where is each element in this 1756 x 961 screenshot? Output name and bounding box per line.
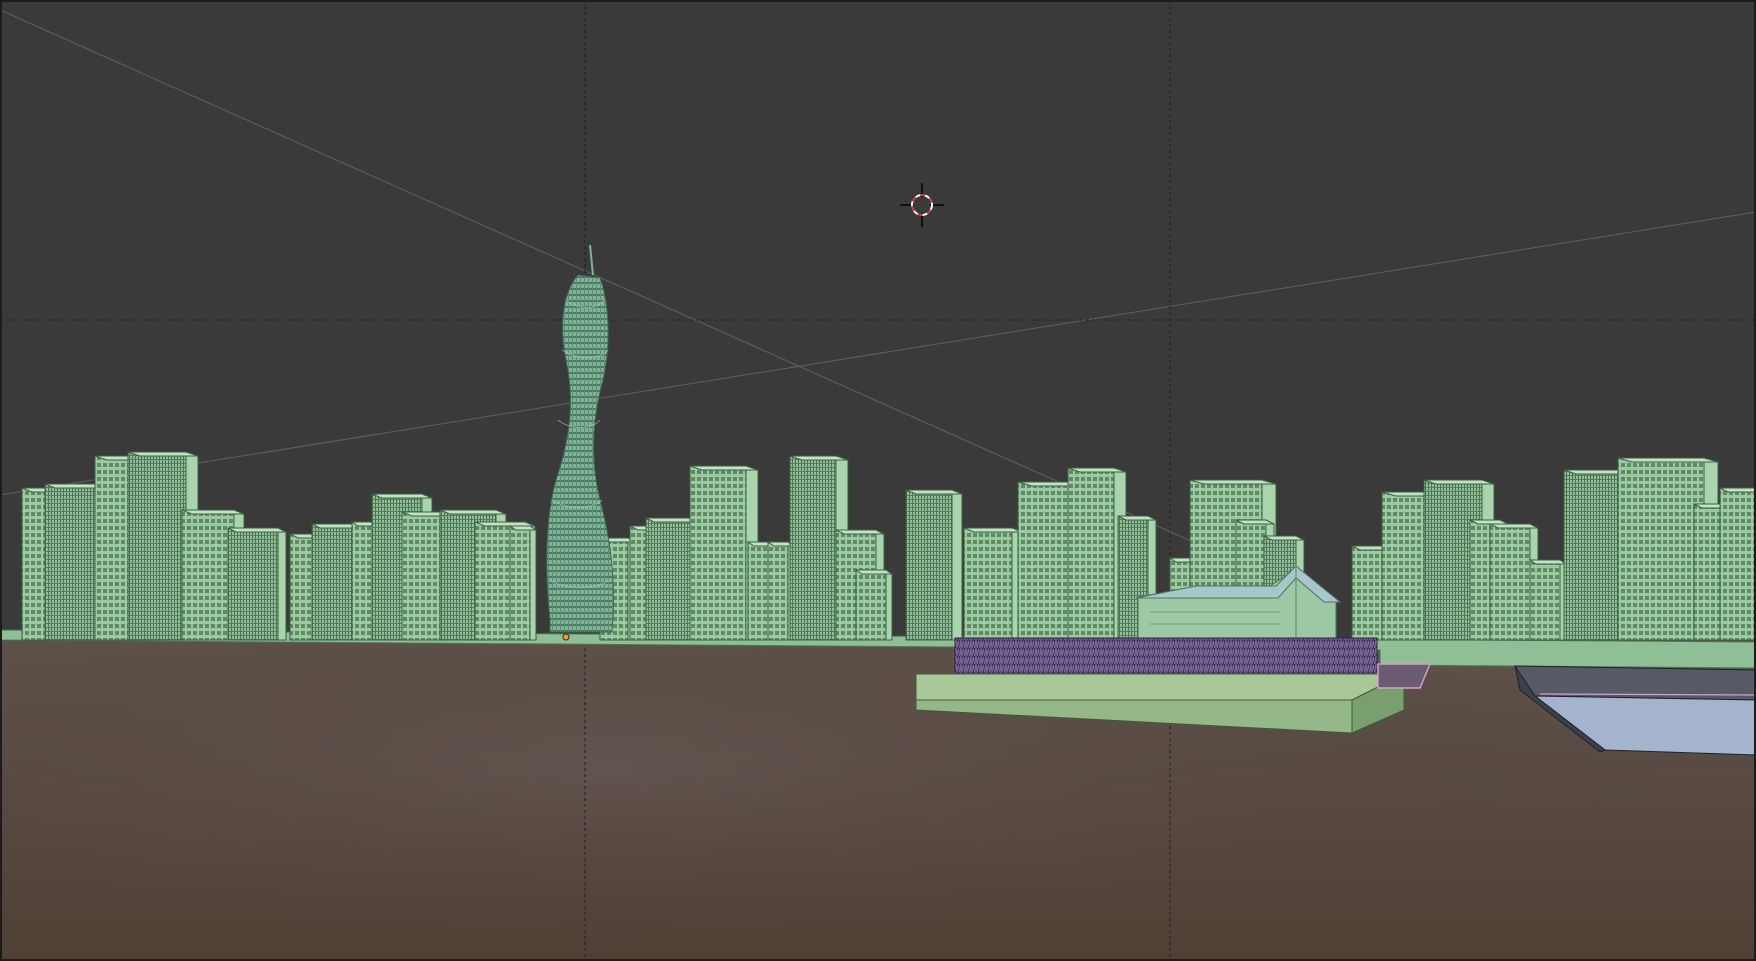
building-roof	[181, 509, 245, 515]
building-roof	[854, 569, 894, 575]
building-side	[951, 489, 963, 641]
3d-viewport[interactable]	[0, 0, 1756, 961]
building-roof	[1423, 479, 1495, 485]
building	[963, 527, 1013, 641]
building	[127, 451, 187, 641]
viewport-scene[interactable]	[0, 0, 1756, 961]
building	[1529, 559, 1561, 641]
building-roof	[1235, 519, 1275, 525]
building	[181, 509, 235, 641]
building	[767, 541, 789, 641]
building-side	[529, 525, 537, 641]
building-roof	[1469, 519, 1509, 525]
building-roof	[1528, 559, 1568, 565]
building	[1067, 467, 1115, 641]
building-roof	[905, 489, 963, 495]
building-roof	[227, 527, 287, 533]
building-roof	[835, 529, 885, 535]
building	[645, 517, 691, 641]
building-roof	[1117, 515, 1157, 521]
hedge-flowers	[954, 637, 1378, 677]
building	[1617, 457, 1705, 641]
building	[401, 511, 443, 641]
building-roof	[1189, 479, 1277, 485]
building-roof	[789, 455, 849, 461]
building-roof	[689, 465, 759, 471]
building-roof	[1489, 523, 1539, 529]
building	[1719, 487, 1756, 641]
building	[855, 569, 887, 641]
path-strip	[1377, 663, 1432, 689]
building	[227, 527, 279, 641]
building	[1489, 523, 1531, 641]
object-origin-icon	[562, 633, 570, 641]
building	[905, 489, 953, 641]
building-side	[885, 569, 893, 641]
building-roof	[474, 521, 536, 527]
building	[789, 455, 837, 641]
building-roof	[371, 493, 433, 499]
building-roof	[1617, 457, 1719, 463]
building	[689, 465, 747, 641]
building-roof	[439, 509, 507, 515]
building	[44, 483, 101, 641]
building-roof	[127, 451, 199, 457]
building-roof	[1263, 535, 1305, 541]
building	[1563, 469, 1619, 641]
building	[509, 525, 531, 641]
building-roof	[1067, 467, 1127, 473]
building-roof	[963, 527, 1023, 533]
ground-highlight	[0, 640, 1756, 961]
building-side	[277, 527, 287, 641]
